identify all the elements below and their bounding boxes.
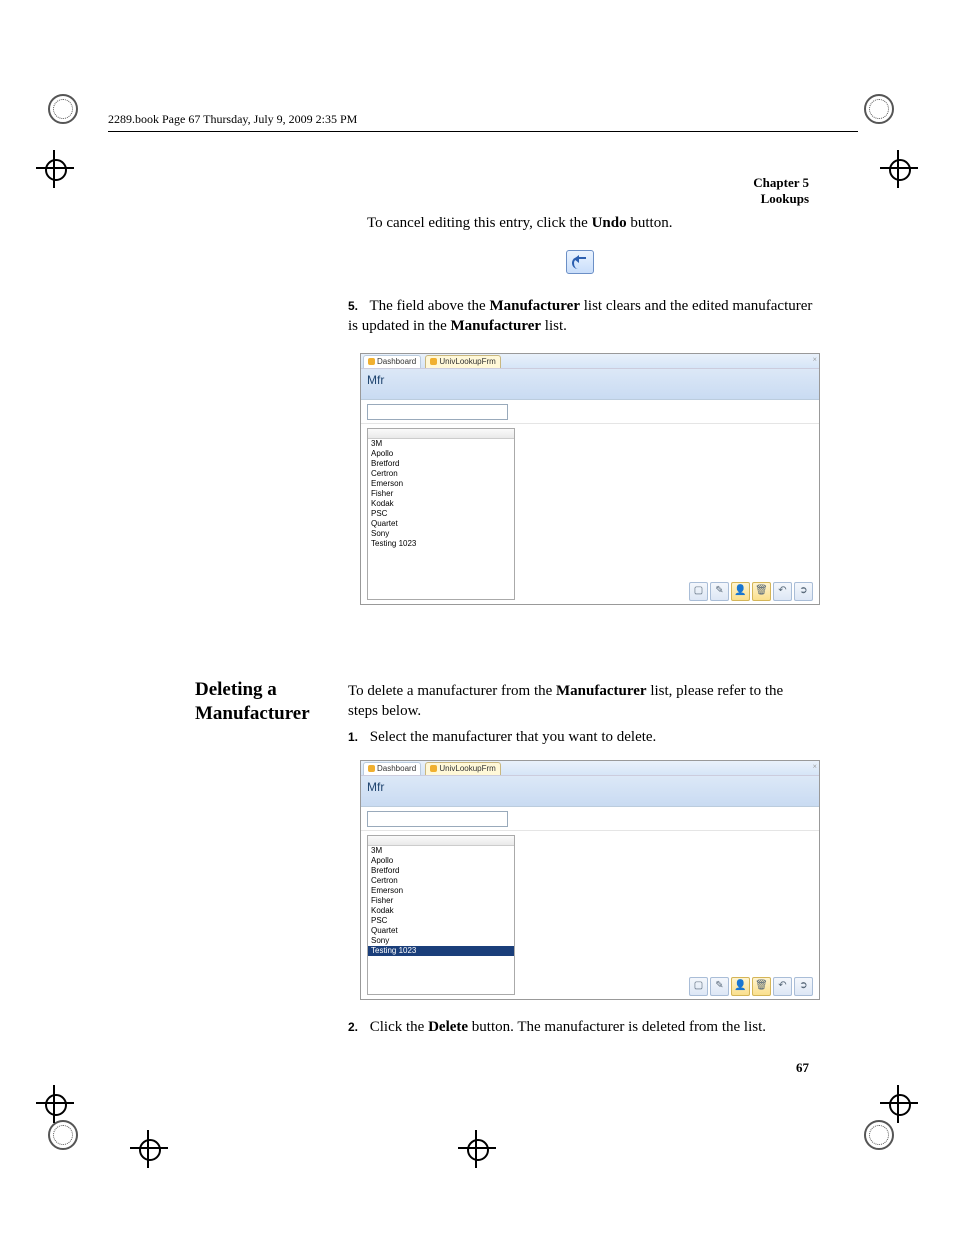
text: To cancel editing this entry, click the [367,215,592,231]
list-item: Certron [368,876,514,886]
undo-button-illustration [566,250,594,279]
list-item-selected: Testing 1023 [368,946,514,956]
text: Select the manufacturer that you want to… [370,729,657,745]
delete-button: 🗑 [752,582,771,601]
crop-mark-icon [880,1085,918,1123]
list-item: Fisher [368,489,514,499]
list-item: Sony [368,529,514,539]
list-item: Apollo [368,449,514,459]
undo-icon [566,250,594,274]
step-5: 5. The field above the Manufacturer list… [348,296,814,337]
list-item: Emerson [368,886,514,896]
list-item: Sony [368,936,514,946]
manufacturer-list: 3M Apollo Bretford Certron Emerson Fishe… [367,835,515,995]
crop-mark-icon [36,1085,74,1123]
list-item: Testing 1023 [368,539,514,549]
running-header-text: 2289.book Page 67 Thursday, July 9, 2009… [108,112,357,127]
crop-mark-icon [36,150,74,188]
text: button. The manufacturer is deleted from… [468,1019,766,1035]
panel-title: Mfr [361,369,819,400]
delete-button: 🗑 [752,977,771,996]
printers-mark-icon [48,94,90,136]
body-paragraph: To cancel editing this entry, click the … [367,213,812,233]
crop-mark-icon [130,1130,168,1168]
toolbar-button: ✎ [710,582,729,601]
step-number: 5. [348,299,366,313]
step-1: 1. Select the manufacturer that you want… [348,727,814,747]
screenshot-toolbar: ▢ ✎ 👤 🗑 ↶ ➲ [689,582,813,600]
text: Delete [428,1019,468,1035]
dashboard-tab: Dashboard [363,762,421,775]
toolbar-button: 👤 [731,582,750,601]
panel-title: Mfr [361,776,819,807]
list-item: Emerson [368,479,514,489]
list-item: Apollo [368,856,514,866]
text: Click the [370,1019,428,1035]
step-2: 2. Click the Delete button. The manufact… [348,1017,814,1037]
chapter-title: Lookups [753,191,809,207]
text: list. [541,318,567,334]
list-item: Bretford [368,866,514,876]
chapter-label: Chapter 5 Lookups [753,175,809,207]
undo-label: Undo [592,215,627,231]
lookup-tab: UnivLookupFrm [425,762,500,775]
toolbar-button: ➲ [794,977,813,996]
list-item: Bretford [368,459,514,469]
toolbar-button: ▢ [689,582,708,601]
list-item: Quartet [368,519,514,529]
close-icon: × [812,355,817,364]
undo-button: ↶ [773,582,792,601]
dashboard-tab: Dashboard [363,355,421,368]
document-page: 2289.book Page 67 Thursday, July 9, 2009… [0,0,954,1235]
crop-mark-icon [880,150,918,188]
chapter-number: Chapter 5 [753,175,809,191]
section-heading-deleting: Deleting aManufacturer [195,678,310,726]
text: Manufacturer [489,298,580,314]
undo-button: ↶ [773,977,792,996]
list-item: Quartet [368,926,514,936]
toolbar-button: ▢ [689,977,708,996]
screenshot-toolbar: ▢ ✎ 👤 🗑 ↶ ➲ [689,977,813,995]
toolbar-button: ✎ [710,977,729,996]
list-item: Certron [368,469,514,479]
text: button. [627,215,673,231]
screenshot-1: × Dashboard UnivLookupFrm Mfr 3M Apollo … [350,345,820,605]
toolbar-button: 👤 [731,977,750,996]
screenshot-2: × Dashboard UnivLookupFrm Mfr 3M Apollo … [350,752,820,1000]
crop-mark-icon [458,1130,496,1168]
printers-mark-icon [864,1120,906,1162]
delete-intro: To delete a manufacturer from the Manufa… [348,681,814,722]
text: The field above the [369,298,489,314]
lookup-tab: UnivLookupFrm [425,355,500,368]
printers-mark-icon [864,94,906,136]
list-item: Fisher [368,896,514,906]
manufacturer-list: 3M Apollo Bretford Certron Emerson Fishe… [367,428,515,600]
close-icon: × [812,762,817,771]
list-item: PSC [368,509,514,519]
list-item: 3M [368,846,514,856]
printers-mark-icon [48,1120,90,1162]
manufacturer-input [367,811,508,827]
list-item: 3M [368,439,514,449]
toolbar-button: ➲ [794,582,813,601]
text: Manufacturer [556,683,647,699]
step-number: 2. [348,1020,366,1034]
step-number: 1. [348,730,366,744]
manufacturer-input [367,404,508,420]
text: Manufacturer [450,318,541,334]
text: To delete a manufacturer from the [348,683,556,699]
list-item: Kodak [368,499,514,509]
header-rule [108,131,858,132]
list-item: PSC [368,916,514,926]
page-number: 67 [796,1060,809,1076]
list-item: Kodak [368,906,514,916]
